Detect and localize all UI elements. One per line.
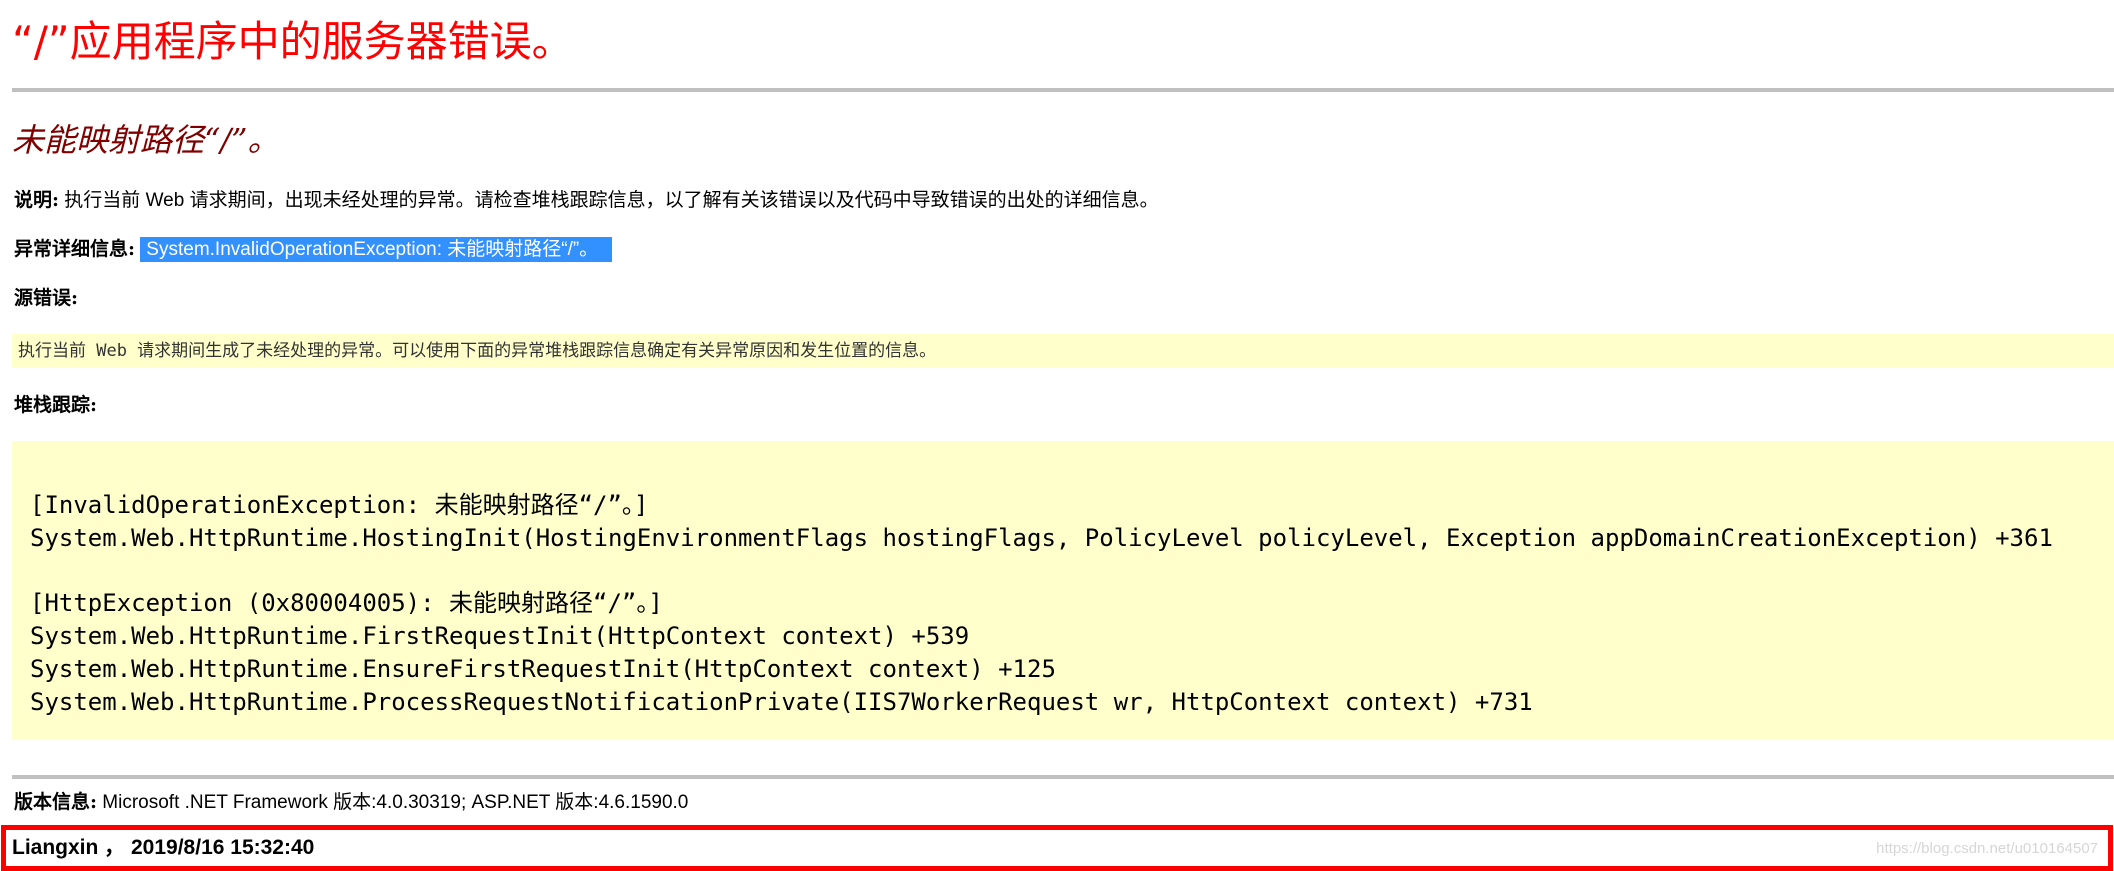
stack-trace-line: System.Web.HttpRuntime.HostingInit(Hosti… [30,524,2053,552]
stack-trace-line: System.Web.HttpRuntime.EnsureFirstReques… [30,655,1056,683]
exception-details-line: 异常详细信息: System.InvalidOperationException… [14,235,613,264]
stack-trace-line: [HttpException (0x80004005): 未能映射路径“/”。] [30,589,663,617]
stack-trace-label: 堆栈跟踪: [14,394,98,416]
bottom-divider [12,775,2114,779]
source-error-label-line: 源错误: [14,284,78,313]
stack-trace-line: [InvalidOperationException: 未能映射路径“/”。] [30,491,649,519]
error-heading: 未能映射路径“/”。 [12,121,280,159]
description-text: 执行当前 Web 请求期间，出现未经处理的异常。请检查堆栈跟踪信息，以了解有关该… [59,190,1159,211]
stack-trace-label-line: 堆栈跟踪: [14,391,97,420]
version-info-label: 版本信息: [14,791,98,813]
footer-text: Liangxin ， 2019/8/16 15:32:40 [12,836,315,859]
description-line: 说明: 执行当前 Web 请求期间，出现未经处理的异常。请检查堆栈跟踪信息，以了… [14,186,1159,215]
version-info-line: 版本信息: Microsoft .NET Framework 版本:4.0.30… [14,788,688,817]
footer-highlight-box: Liangxin ， 2019/8/16 15:32:40 https://bl… [1,825,2113,871]
page-title: “/”应用程序中的服务器错误。 [12,17,574,66]
watermark: https://blog.csdn.net/u010164507 [1876,840,2098,857]
description-label: 说明: [14,189,60,211]
stack-trace-box: [InvalidOperationException: 未能映射路径“/”。] … [12,441,2114,739]
source-error-text: 执行当前 Web 请求期间生成了未经处理的异常。可以使用下面的异常堆栈跟踪信息确… [18,341,937,361]
exception-details-text[interactable]: System.InvalidOperationException: 未能映射路径… [140,237,613,262]
source-error-box: 执行当前 Web 请求期间生成了未经处理的异常。可以使用下面的异常堆栈跟踪信息确… [12,334,2114,368]
exception-details-label: 异常详细信息: [14,238,136,260]
top-divider [12,88,2114,92]
stack-trace-line: System.Web.HttpRuntime.ProcessRequestNot… [30,688,1533,716]
source-error-label: 源错误: [14,287,79,309]
stack-trace-line: System.Web.HttpRuntime.FirstRequestInit(… [30,622,970,650]
version-info-text: Microsoft .NET Framework 版本:4.0.30319; A… [97,792,689,813]
